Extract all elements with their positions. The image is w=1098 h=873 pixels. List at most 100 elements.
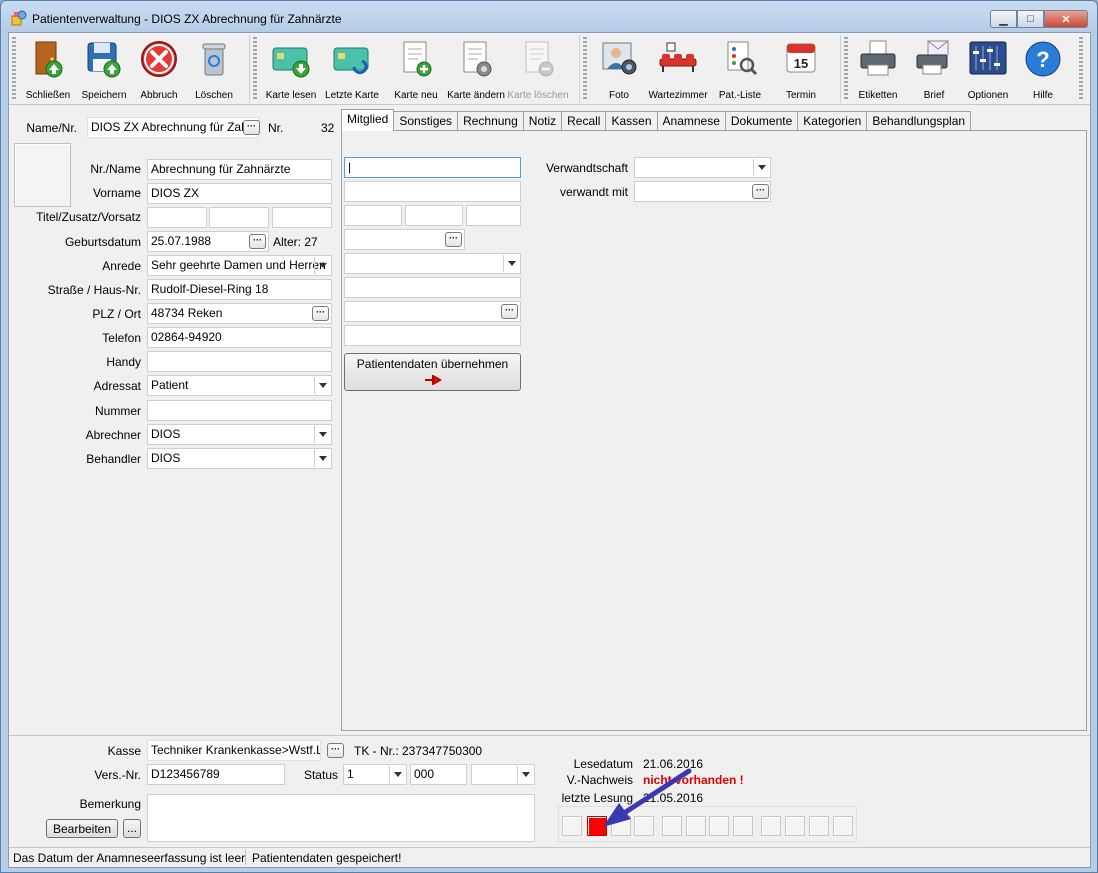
member-vorname-input[interactable] bbox=[344, 181, 521, 202]
help-button[interactable]: ? Hilfe bbox=[1012, 39, 1074, 101]
tab-recall[interactable]: Recall bbox=[561, 111, 607, 130]
member-strasse-input[interactable] bbox=[344, 277, 521, 298]
chevron-down-icon[interactable] bbox=[503, 255, 519, 272]
vers-nr-input[interactable]: D123456789 bbox=[147, 764, 285, 785]
toolbar-grip[interactable] bbox=[12, 37, 16, 101]
tab-kategorien[interactable]: Kategorien bbox=[797, 111, 868, 130]
tab-kassen[interactable]: Kassen bbox=[605, 111, 658, 130]
bemerkung-textarea[interactable] bbox=[147, 794, 535, 842]
member-plz-ort-input[interactable] bbox=[344, 301, 521, 322]
zusatz-input[interactable] bbox=[209, 207, 269, 228]
appointment-button[interactable]: 15 Termin bbox=[770, 39, 832, 101]
vorname-input[interactable]: DIOS ZX bbox=[147, 183, 332, 204]
new-card-button[interactable]: Karte neu bbox=[385, 39, 447, 101]
patientendaten-uebernehmen-button[interactable]: Patientendaten übernehmen bbox=[344, 353, 521, 391]
indicator-box[interactable] bbox=[709, 816, 729, 836]
tab-sonstiges[interactable]: Sonstiges bbox=[393, 111, 459, 130]
chevron-down-icon[interactable] bbox=[314, 257, 330, 274]
chevron-down-icon[interactable] bbox=[314, 426, 330, 443]
status-extra-select[interactable] bbox=[471, 764, 535, 785]
labels-button[interactable]: Etiketten bbox=[847, 39, 909, 101]
toolbar-grip[interactable] bbox=[583, 37, 587, 101]
nr-name-input[interactable]: Abrechnung für Zahnärzte bbox=[147, 159, 332, 180]
anrede-select[interactable]: Sehr geehrte Damen und Herren bbox=[147, 255, 332, 276]
read-card-button[interactable]: Karte lesen bbox=[260, 39, 322, 101]
member-anrede-select[interactable] bbox=[344, 253, 521, 274]
close-window-button[interactable]: ✕ bbox=[1044, 10, 1088, 28]
toolbar-grip[interactable] bbox=[253, 37, 257, 101]
minimize-button[interactable]: ▁ bbox=[990, 10, 1017, 28]
nummer-input[interactable] bbox=[147, 400, 332, 421]
verwandt-lookup-button[interactable]: ··· bbox=[752, 184, 769, 199]
options-button[interactable]: Optionen bbox=[957, 39, 1019, 101]
titel-input[interactable] bbox=[147, 207, 207, 228]
behandler-select[interactable]: DIOS bbox=[147, 448, 332, 469]
delete-card-button[interactable]: Karte löschen bbox=[507, 39, 569, 101]
status-select[interactable]: 1 bbox=[343, 764, 407, 785]
tab-rechnung[interactable]: Rechnung bbox=[457, 111, 524, 130]
strasse-input[interactable]: Rudolf-Diesel-Ring 18 bbox=[147, 279, 332, 300]
save-button[interactable]: Speichern bbox=[73, 39, 135, 101]
last-card-button[interactable]: Letzte Karte bbox=[321, 39, 383, 101]
plz-ort-input[interactable]: 48734 Reken bbox=[147, 303, 332, 324]
patient-photo[interactable] bbox=[14, 143, 71, 207]
indicator-box[interactable] bbox=[809, 816, 829, 836]
name-nr-field: DIOS ZX Abrechnung für Zahnärzte bbox=[87, 117, 259, 138]
name-lookup-button[interactable]: ··· bbox=[243, 120, 260, 135]
photo-button[interactable]: Foto bbox=[588, 39, 650, 101]
member-plz-lookup-button[interactable]: ··· bbox=[501, 304, 518, 319]
tab-behandlungsplan[interactable]: Behandlungsplan bbox=[866, 111, 972, 130]
status-code-input[interactable]: 000 bbox=[410, 764, 467, 785]
patient-list-button[interactable]: Pat.-Liste bbox=[709, 39, 771, 101]
chevron-down-icon[interactable] bbox=[314, 377, 330, 394]
abrechner-select[interactable]: DIOS bbox=[147, 424, 332, 445]
title-bar[interactable]: Patientenverwaltung - DIOS ZX Abrechnung… bbox=[1, 1, 1097, 33]
member-name-input[interactable]: | bbox=[344, 157, 521, 178]
tab-mitglied[interactable]: Mitglied bbox=[341, 109, 395, 131]
chevron-down-icon[interactable] bbox=[314, 450, 330, 467]
vorsatz-input[interactable] bbox=[272, 207, 332, 228]
divider bbox=[9, 735, 1090, 736]
kasse-lookup-button[interactable]: ··· bbox=[327, 743, 344, 758]
more-button[interactable]: ... bbox=[123, 819, 141, 838]
delete-button[interactable]: Löschen bbox=[183, 39, 245, 101]
plz-lookup-button[interactable]: ··· bbox=[312, 306, 329, 321]
verwandt-mit-input[interactable] bbox=[634, 181, 771, 202]
status-message-right: Patientendaten gespeichert! bbox=[252, 851, 402, 865]
handy-input[interactable] bbox=[147, 351, 332, 372]
waiting-room-button[interactable]: Wartezimmer bbox=[647, 39, 709, 101]
chevron-down-icon[interactable] bbox=[389, 766, 405, 783]
member-vorsatz-input[interactable] bbox=[466, 205, 521, 226]
toolbar-label: Pat.-Liste bbox=[718, 90, 762, 101]
maximize-button[interactable]: □ bbox=[1017, 10, 1044, 28]
telefon-input[interactable]: 02864-94920 bbox=[147, 327, 332, 348]
toolbar-label: Schließen bbox=[25, 90, 71, 101]
indicator-box[interactable] bbox=[785, 816, 805, 836]
indicator-box[interactable] bbox=[761, 816, 781, 836]
member-telefon-input[interactable] bbox=[344, 325, 521, 346]
titel-label: Titel/Zusatz/Vorsatz bbox=[36, 210, 141, 224]
tab-notiz[interactable]: Notiz bbox=[522, 111, 563, 130]
indicator-box[interactable] bbox=[733, 816, 753, 836]
tab-dokumente[interactable]: Dokumente bbox=[724, 111, 799, 130]
adressat-select[interactable]: Patient bbox=[147, 375, 332, 396]
help-icon: ? bbox=[1025, 41, 1061, 77]
chevron-down-icon[interactable] bbox=[753, 159, 769, 176]
member-zusatz-input[interactable] bbox=[405, 205, 463, 226]
bearbeiten-button[interactable]: Bearbeiten bbox=[46, 819, 118, 838]
cancel-button[interactable]: Abbruch bbox=[128, 39, 190, 101]
toolbar-grip[interactable] bbox=[1079, 37, 1083, 101]
indicator-box[interactable] bbox=[833, 816, 853, 836]
tab-anamnese[interactable]: Anamnese bbox=[656, 111, 726, 130]
letter-button[interactable]: Brief bbox=[903, 39, 965, 101]
behandler-label: Behandler bbox=[86, 452, 141, 466]
indicator-box[interactable] bbox=[562, 816, 582, 836]
edit-card-button[interactable]: Karte ändern bbox=[445, 39, 507, 101]
toolbar-label: Abbruch bbox=[140, 90, 178, 101]
verwandtschaft-select[interactable] bbox=[634, 157, 771, 178]
chevron-down-icon[interactable] bbox=[517, 766, 533, 783]
member-titel-input[interactable] bbox=[344, 205, 402, 226]
date-picker-button[interactable]: ··· bbox=[249, 234, 266, 249]
close-button[interactable]: Schließen bbox=[17, 39, 79, 101]
member-date-picker-button[interactable]: ··· bbox=[445, 232, 462, 247]
